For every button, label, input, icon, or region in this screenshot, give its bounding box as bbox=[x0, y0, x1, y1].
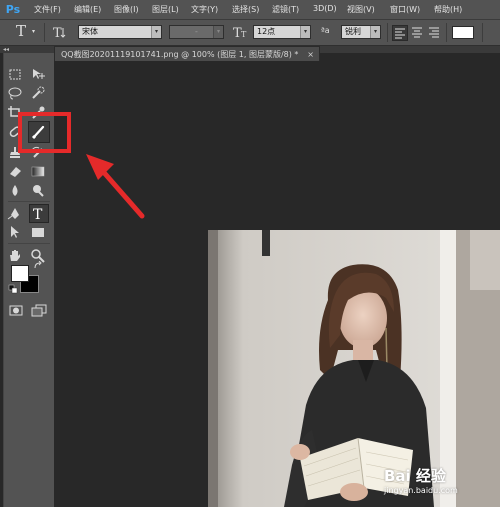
default-colors-icon[interactable] bbox=[8, 284, 18, 294]
chevron-down-icon: ▾ bbox=[370, 26, 380, 38]
menu-bar: Ps 文件(F) 编辑(E) 图像(I) 图层(L) 文字(Y) 选择(S) 滤… bbox=[0, 0, 500, 20]
menu-type[interactable]: 文字(Y) bbox=[191, 4, 218, 15]
menu-3d[interactable]: 3D(D) bbox=[313, 4, 337, 13]
menu-select[interactable]: 选择(S) bbox=[232, 4, 259, 15]
font-size-select[interactable]: 12点 ▾ bbox=[253, 25, 311, 39]
document-photo bbox=[208, 230, 500, 507]
highlight-box bbox=[18, 112, 71, 153]
svg-text:T: T bbox=[53, 26, 62, 40]
chevron-down-icon: ▾ bbox=[300, 26, 310, 38]
options-bar: T ▾ T 宋体 ▾ - ▾ T T 12点 ▾ ªa 锐利 ▾ bbox=[0, 20, 500, 46]
font-size-value: 12点 bbox=[257, 27, 276, 36]
menu-file[interactable]: 文件(F) bbox=[34, 4, 61, 15]
swap-colors-icon[interactable] bbox=[33, 261, 43, 271]
document-tab[interactable]: QQ截图20201119101741.png @ 100% (图层 1, 图层蒙… bbox=[54, 46, 320, 61]
collapse-toolbar-icon[interactable]: ◂◂ bbox=[3, 46, 9, 53]
document-tab-title: QQ截图20201119101741.png @ 100% (图层 1, 图层蒙… bbox=[61, 50, 299, 59]
lasso-tool-icon[interactable] bbox=[7, 86, 23, 101]
baidu-watermark-url: jingyan.baidu.com bbox=[384, 486, 458, 495]
hand-tool-icon[interactable] bbox=[7, 248, 23, 263]
foreground-color-swatch[interactable] bbox=[11, 265, 29, 282]
antialias-icon: ªa bbox=[321, 26, 330, 35]
type-tool-icon[interactable]: T bbox=[29, 204, 49, 223]
rectangle-tool-icon[interactable] bbox=[30, 225, 46, 240]
menu-image[interactable]: 图像(I) bbox=[114, 4, 139, 15]
close-icon[interactable]: × bbox=[307, 47, 314, 62]
menu-window[interactable]: 窗口(W) bbox=[390, 4, 420, 15]
blur-tool-icon[interactable] bbox=[7, 183, 23, 198]
menu-layer[interactable]: 图层(L) bbox=[152, 4, 179, 15]
quick-selection-tool-icon[interactable] bbox=[30, 86, 46, 101]
chevron-down-icon: ▾ bbox=[151, 26, 161, 38]
font-family-value: 宋体 bbox=[82, 27, 98, 36]
chevron-down-icon[interactable]: ▾ bbox=[32, 28, 35, 35]
type-tool-preset[interactable]: T bbox=[16, 22, 26, 40]
eraser-tool-icon[interactable] bbox=[7, 164, 23, 179]
text-color-swatch[interactable] bbox=[452, 26, 474, 39]
quick-mask-icon[interactable] bbox=[8, 303, 24, 318]
gradient-tool-icon[interactable] bbox=[30, 164, 46, 179]
baidu-watermark-logo: Bai 经验 bbox=[384, 467, 446, 485]
font-size-icon: T T bbox=[233, 24, 249, 42]
font-style-value: - bbox=[195, 27, 198, 36]
align-right-button[interactable] bbox=[427, 25, 441, 39]
antialias-select[interactable]: 锐利 ▾ bbox=[341, 25, 381, 39]
screen-mode-icon[interactable] bbox=[31, 303, 47, 318]
path-selection-tool-icon[interactable] bbox=[7, 225, 23, 240]
svg-text:T: T bbox=[241, 30, 247, 39]
menu-filter[interactable]: 滤镜(T) bbox=[272, 4, 299, 15]
marquee-tool-icon[interactable] bbox=[7, 67, 23, 82]
svg-text:T: T bbox=[33, 207, 43, 222]
dodge-tool-icon[interactable] bbox=[30, 183, 46, 198]
menu-help[interactable]: 帮助(H) bbox=[434, 4, 462, 15]
font-style-select[interactable]: - ▾ bbox=[169, 25, 224, 39]
chevron-down-icon: ▾ bbox=[213, 26, 223, 38]
menu-edit[interactable]: 编辑(E) bbox=[74, 4, 101, 15]
move-tool-icon[interactable] bbox=[30, 67, 46, 82]
font-family-select[interactable]: 宋体 ▾ bbox=[78, 25, 162, 39]
photoshop-logo: Ps bbox=[5, 3, 21, 16]
menu-view[interactable]: 视图(V) bbox=[347, 4, 375, 15]
align-center-button[interactable] bbox=[410, 25, 424, 39]
antialias-value: 锐利 bbox=[345, 27, 361, 36]
text-orientation-icon[interactable]: T bbox=[52, 24, 68, 42]
pen-tool-icon[interactable] bbox=[7, 206, 23, 221]
align-left-button[interactable] bbox=[392, 25, 408, 41]
red-arrow-annotation bbox=[84, 150, 146, 222]
